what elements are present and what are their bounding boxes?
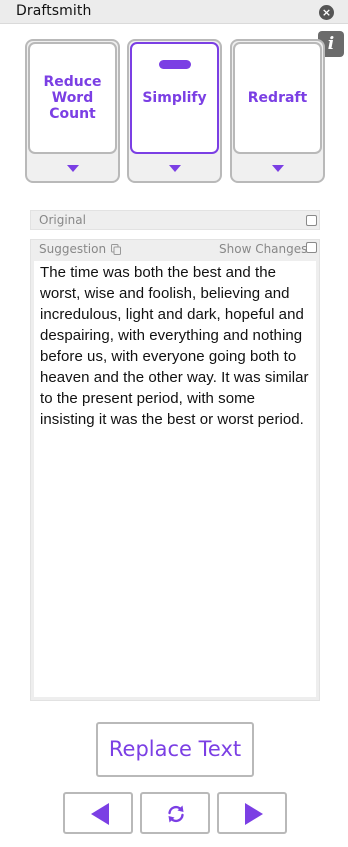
- app-title: Draftsmith: [16, 3, 92, 19]
- suggestion-label: Suggestion: [39, 242, 107, 256]
- replace-text-button[interactable]: Replace Text: [96, 722, 254, 777]
- close-icon[interactable]: ×: [319, 5, 334, 20]
- title-bar: Draftsmith ×: [0, 0, 348, 24]
- previous-button[interactable]: [63, 792, 133, 834]
- triangle-right-icon: [245, 803, 263, 825]
- mode-redraft[interactable]: Redraft: [230, 39, 325, 183]
- show-changes-checkbox[interactable]: [306, 242, 317, 253]
- original-section[interactable]: Original: [30, 210, 320, 230]
- suggestion-text[interactable]: The time was both the best and the worst…: [34, 261, 316, 697]
- mode-label: Redraft: [247, 90, 308, 106]
- show-changes-label: Show Changes: [219, 242, 308, 256]
- selected-indicator-icon: [158, 60, 191, 69]
- chevron-down-icon[interactable]: [168, 165, 181, 172]
- mode-label: Reduce Word Count: [43, 74, 102, 122]
- next-button[interactable]: [217, 792, 287, 834]
- triangle-left-icon: [91, 803, 109, 825]
- mode-label: Simplify: [142, 90, 207, 106]
- mode-simplify-face[interactable]: Simplify: [130, 42, 219, 154]
- copy-icon[interactable]: [111, 244, 121, 255]
- chevron-down-icon[interactable]: [66, 165, 79, 172]
- refresh-button[interactable]: [140, 792, 210, 834]
- suggestion-section: Suggestion Show Changes The time was bot…: [30, 239, 320, 701]
- suggestion-header: Suggestion Show Changes: [31, 240, 319, 260]
- original-label: Original: [39, 213, 86, 227]
- mode-reduce-word-count-face[interactable]: Reduce Word Count: [28, 42, 117, 154]
- refresh-icon: [168, 805, 184, 823]
- mode-simplify[interactable]: Simplify: [127, 39, 222, 183]
- original-checkbox[interactable]: [306, 215, 317, 226]
- chevron-down-icon[interactable]: [271, 165, 284, 172]
- mode-reduce-word-count[interactable]: Reduce Word Count: [25, 39, 120, 183]
- mode-redraft-face[interactable]: Redraft: [233, 42, 322, 154]
